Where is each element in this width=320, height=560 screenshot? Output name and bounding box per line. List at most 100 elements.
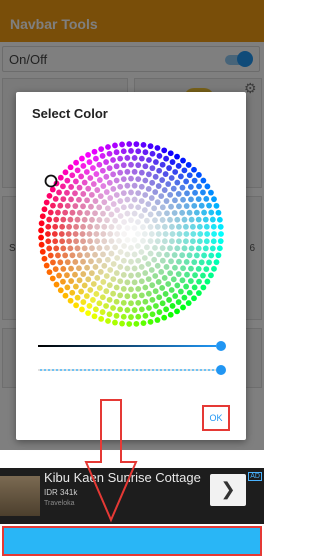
color-dot[interactable] [152, 173, 159, 180]
color-dot[interactable] [83, 169, 90, 175]
color-dot[interactable] [208, 189, 214, 196]
color-dot[interactable] [169, 238, 175, 245]
color-dot[interactable] [74, 245, 81, 252]
color-dot[interactable] [159, 285, 166, 291]
color-dot[interactable] [73, 302, 79, 309]
color-dot[interactable] [38, 220, 45, 227]
color-dot[interactable] [96, 177, 103, 183]
color-dot[interactable] [46, 269, 53, 276]
color-dot[interactable] [117, 198, 124, 204]
color-dot[interactable] [108, 250, 115, 257]
color-dot[interactable] [89, 216, 95, 223]
color-dot[interactable] [147, 250, 154, 257]
color-dot[interactable] [128, 217, 134, 224]
color-dot[interactable] [101, 223, 108, 230]
color-dot[interactable] [114, 207, 121, 213]
color-dot[interactable] [148, 231, 155, 237]
color-dot[interactable] [64, 189, 70, 196]
color-dot[interactable] [103, 173, 110, 180]
color-dot[interactable] [172, 169, 179, 175]
color-dot[interactable] [153, 303, 159, 309]
color-dot[interactable] [142, 284, 149, 291]
color-dot[interactable] [87, 238, 93, 245]
color-dot[interactable] [107, 195, 114, 201]
color-dot[interactable] [113, 163, 120, 170]
color-dot[interactable] [181, 245, 188, 252]
color-dot[interactable] [72, 283, 79, 290]
color-dot[interactable] [55, 209, 61, 216]
color-dot[interactable] [76, 265, 82, 272]
color-dot[interactable] [124, 293, 131, 300]
color-dot[interactable] [159, 177, 166, 183]
color-dot[interactable] [138, 155, 145, 162]
color-dot[interactable] [196, 238, 203, 245]
color-dot[interactable] [218, 231, 224, 237]
color-dot[interactable] [59, 238, 66, 245]
color-dot[interactable] [94, 238, 101, 245]
ad-badge[interactable]: AD [248, 472, 262, 481]
color-dot[interactable] [100, 279, 107, 285]
color-dot[interactable] [57, 287, 64, 294]
color-dot[interactable] [114, 255, 121, 261]
color-dot[interactable] [195, 245, 202, 252]
color-dot[interactable] [49, 186, 56, 193]
color-dot[interactable] [172, 264, 178, 271]
color-dot[interactable] [149, 179, 156, 186]
color-dot[interactable] [135, 243, 141, 249]
color-dot[interactable] [117, 306, 124, 313]
color-dot[interactable] [50, 202, 56, 209]
color-dot[interactable] [176, 238, 182, 245]
color-dot[interactable] [86, 159, 93, 165]
color-dot[interactable] [90, 297, 96, 303]
color-dot[interactable] [96, 300, 103, 307]
color-dot[interactable] [161, 187, 168, 193]
color-dot[interactable] [131, 279, 138, 286]
color-dot[interactable] [152, 189, 159, 195]
color-dot[interactable] [147, 143, 154, 150]
color-dot[interactable] [47, 209, 54, 216]
color-dot[interactable] [147, 224, 154, 230]
brightness-slider-thumb[interactable] [216, 341, 226, 351]
color-dot[interactable] [172, 293, 179, 299]
color-dot[interactable] [99, 294, 106, 301]
color-dot[interactable] [159, 217, 166, 223]
color-dot[interactable] [135, 272, 142, 278]
color-dot[interactable] [69, 289, 76, 296]
color-dot[interactable] [167, 216, 173, 223]
color-dot[interactable] [90, 281, 97, 287]
color-dot[interactable] [167, 311, 174, 318]
color-dot[interactable] [76, 209, 83, 216]
color-dot[interactable] [53, 245, 60, 252]
color-dot[interactable] [161, 223, 168, 230]
color-dot[interactable] [52, 266, 59, 273]
color-dot[interactable] [168, 175, 175, 181]
color-dot[interactable] [72, 259, 79, 265]
color-dot[interactable] [174, 216, 181, 223]
color-dot[interactable] [196, 172, 202, 178]
color-dot[interactable] [52, 238, 59, 245]
color-dot[interactable] [80, 203, 86, 210]
color-dot[interactable] [124, 307, 131, 313]
color-dot[interactable] [135, 162, 142, 169]
color-dot[interactable] [60, 183, 66, 190]
color-dot[interactable] [131, 196, 138, 203]
color-dot[interactable] [133, 320, 140, 327]
color-dot[interactable] [126, 141, 133, 147]
color-dot[interactable] [177, 288, 184, 295]
color-dot[interactable] [213, 259, 220, 266]
color-dot[interactable] [85, 151, 91, 158]
color-dot[interactable] [201, 209, 207, 216]
color-dot[interactable] [156, 309, 163, 315]
color-dot[interactable] [112, 319, 118, 326]
color-dot[interactable] [154, 262, 161, 269]
color-dot[interactable] [142, 298, 149, 305]
color-dot[interactable] [215, 252, 222, 259]
color-dot[interactable] [114, 231, 121, 237]
color-dot[interactable] [66, 223, 73, 230]
color-dot[interactable] [84, 252, 91, 258]
color-dot[interactable] [84, 264, 90, 271]
color-dot[interactable] [43, 262, 50, 269]
color-dot[interactable] [135, 257, 142, 264]
color-dot[interactable] [135, 176, 142, 182]
color-dot[interactable] [60, 196, 67, 202]
